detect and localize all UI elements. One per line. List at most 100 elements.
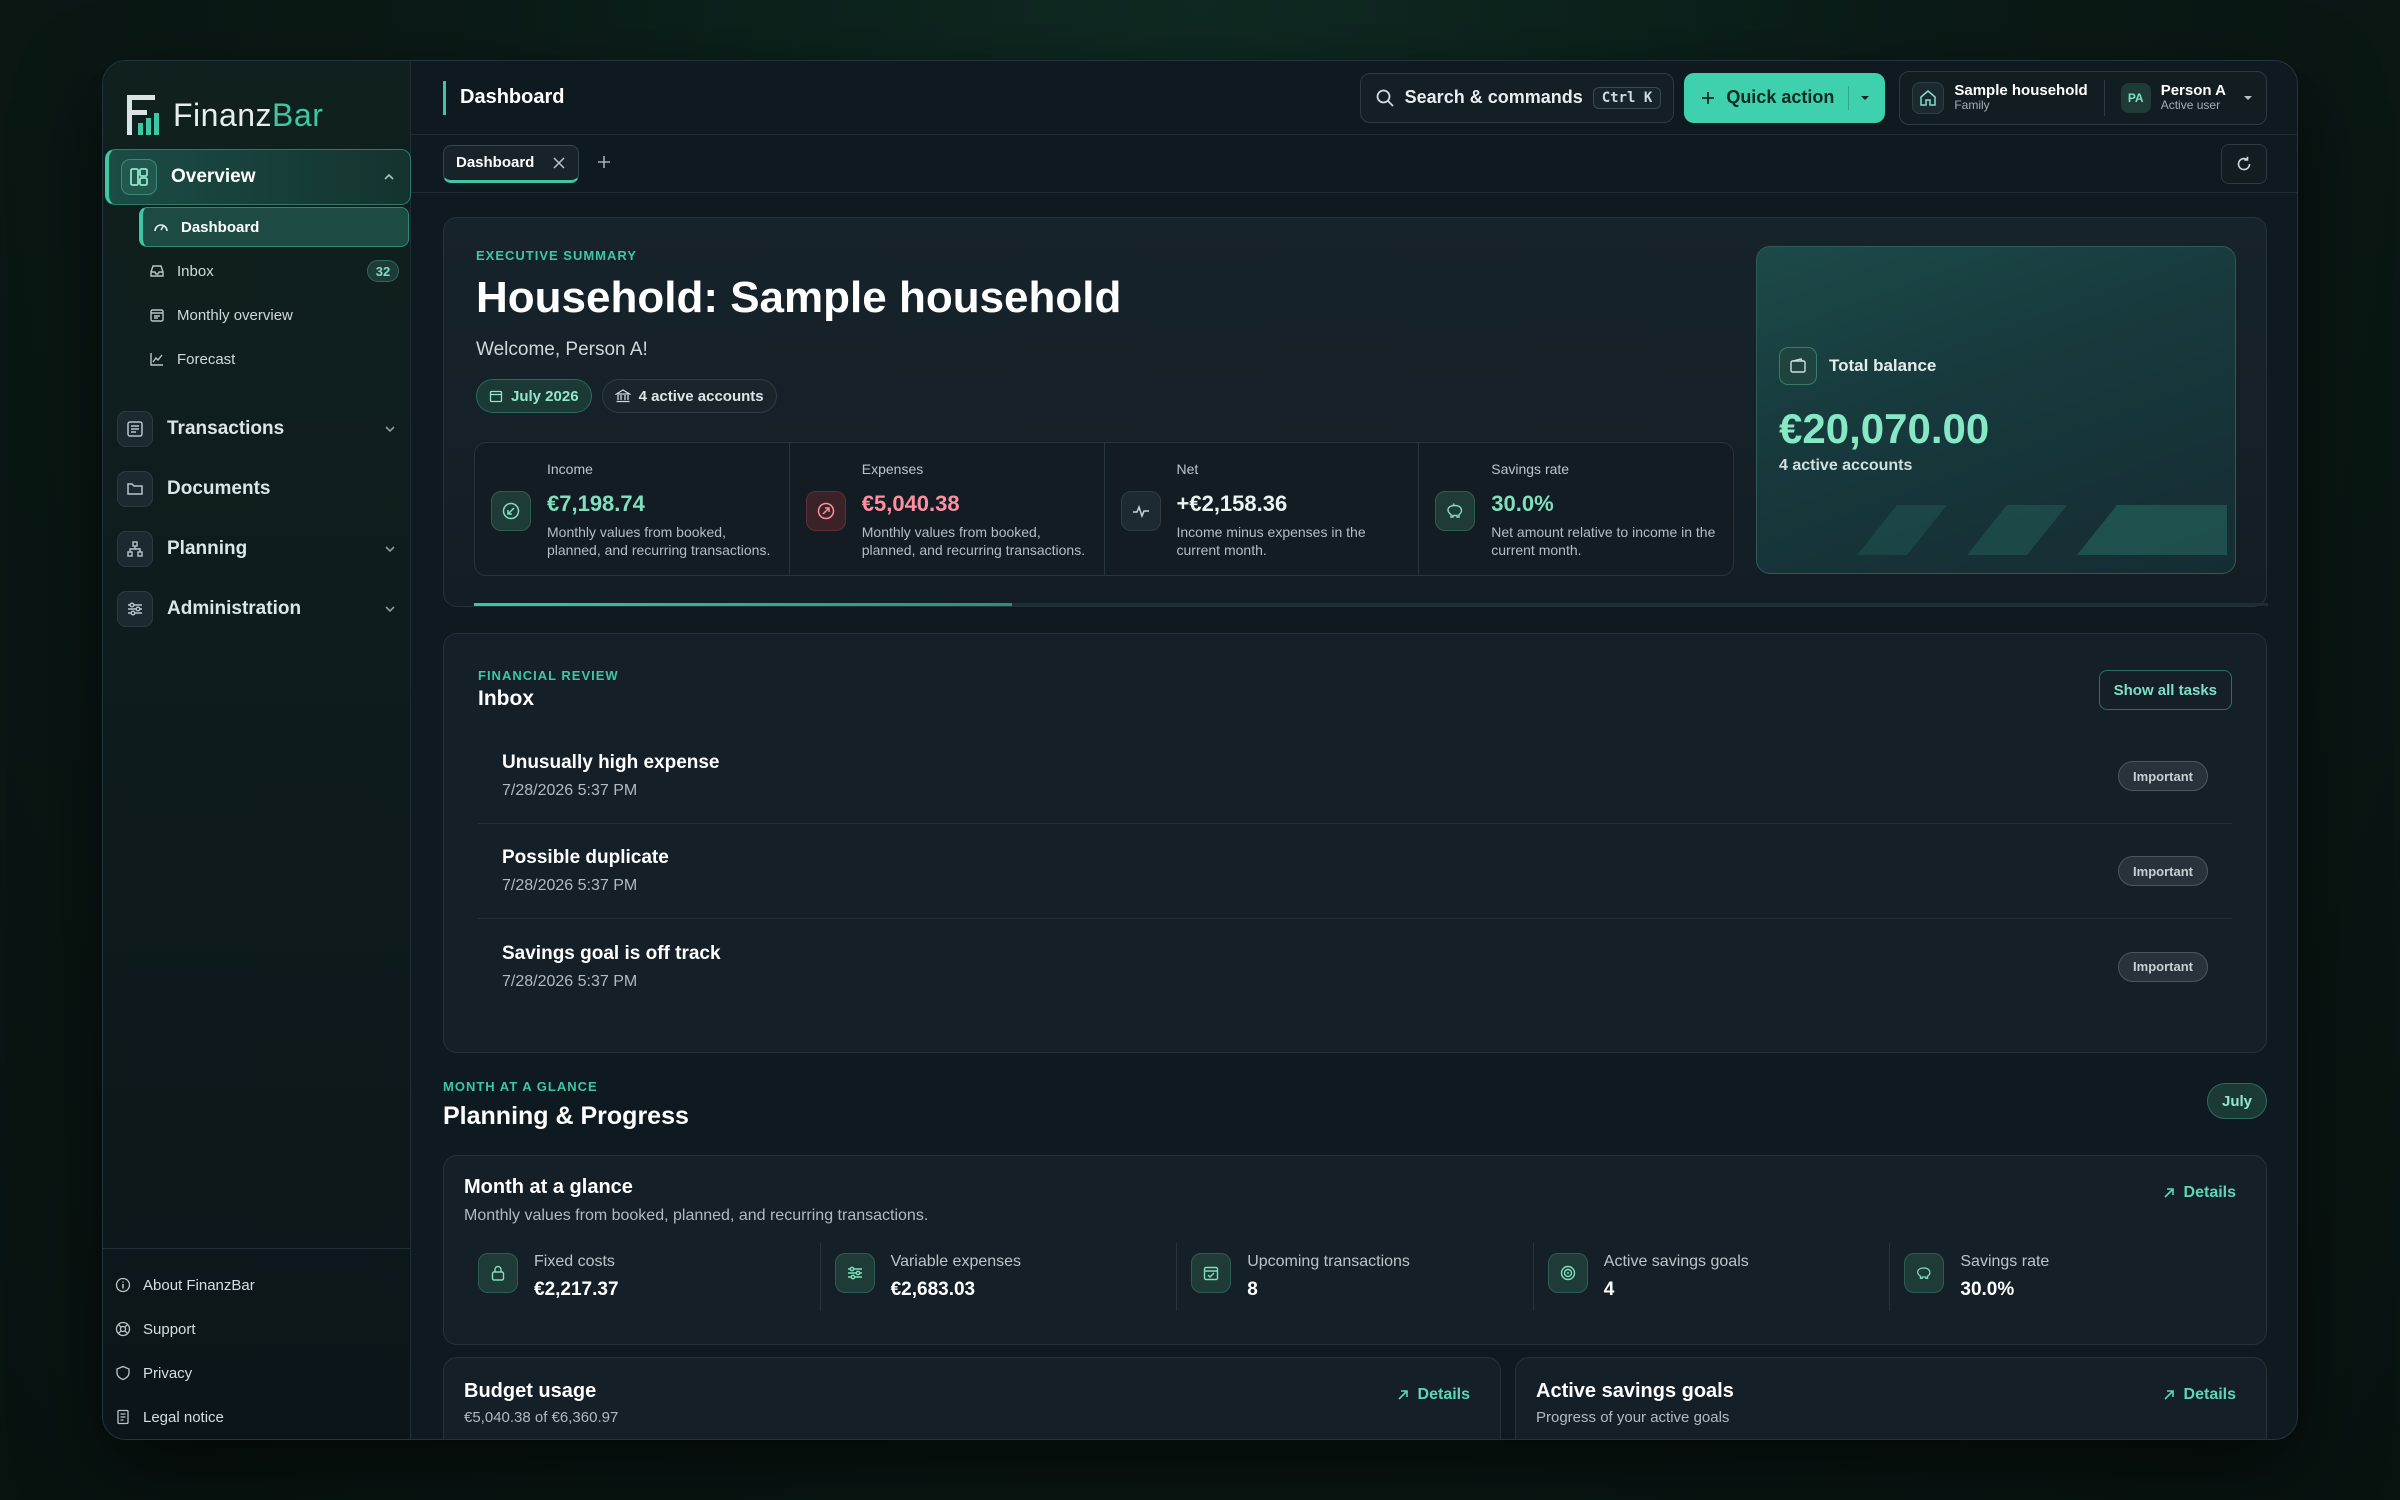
accounts-chip[interactable]: 4 active accounts <box>601 379 777 413</box>
month-progress-fill <box>474 603 1013 606</box>
pulse-icon <box>1120 491 1161 531</box>
document-icon <box>117 1409 129 1425</box>
details-link[interactable]: Details <box>1396 1386 1470 1404</box>
tab-label: Dashboard <box>456 154 535 171</box>
sidebar: FinanzBar Overview Dashboard Inbox 32 Mo… <box>103 61 411 1439</box>
show-all-tasks-button[interactable]: Show all tasks <box>2098 670 2232 710</box>
month-chip[interactable]: July <box>2206 1083 2267 1119</box>
task-title: Savings goal is off track <box>502 942 721 964</box>
nav-transactions[interactable]: Transactions <box>105 401 411 457</box>
kpi-description: Monthly values from booked, planned, and… <box>861 524 1086 559</box>
status-badge: Important <box>2118 951 2208 982</box>
details-label: Details <box>2183 1386 2236 1403</box>
section-eyebrow: FINANCIAL REVIEW <box>478 668 619 683</box>
sidebar-item-dashboard[interactable]: Dashboard <box>139 207 409 247</box>
user-menu[interactable]: Person A Active user <box>2161 83 2226 111</box>
home-icon <box>1912 81 1945 114</box>
month-chip-label: July 2026 <box>511 387 579 405</box>
task-item[interactable]: Unusually high expense 7/28/2026 5:37 PM… <box>478 729 2232 824</box>
card-subtitle: €5,040.38 of €6,360.97 <box>464 1409 619 1426</box>
nav-overview[interactable]: Overview <box>105 149 411 205</box>
add-tab-button[interactable] <box>595 150 613 178</box>
finanzbar-logo-icon <box>127 95 159 135</box>
nav-documents-label: Documents <box>167 478 271 499</box>
overview-subnav: Dashboard Inbox 32 Monthly overview Fore… <box>103 205 410 393</box>
planning-title: Planning & Progress <box>443 1102 689 1130</box>
executive-summary-card: EXECUTIVE SUMMARY Household: Sample hous… <box>443 217 2268 607</box>
caret-down-icon <box>2244 95 2252 100</box>
plus-icon <box>1702 91 1715 104</box>
footer-link-legal[interactable]: Legal notice <box>113 1395 410 1439</box>
arrow-up-right-icon <box>2163 1390 2174 1400</box>
footer-link-support[interactable]: Support <box>113 1307 410 1351</box>
quick-action-button[interactable]: Quick action <box>1684 72 1886 123</box>
details-label: Details <box>2183 1184 2236 1201</box>
kpi-description: Monthly values from booked, planned, and… <box>547 524 771 559</box>
total-balance-accounts: 4 active accounts <box>1779 457 1913 474</box>
kpi-description: Income minus expenses in the current mon… <box>1176 524 1366 559</box>
task-date: 7/28/2026 5:37 PM <box>502 782 638 799</box>
task-title: Unusually high expense <box>502 752 720 773</box>
list-icon <box>117 411 153 447</box>
hierarchy-icon <box>117 531 153 567</box>
card-title: Budget usage <box>464 1380 597 1402</box>
footer-link-privacy[interactable]: Privacy <box>113 1351 410 1395</box>
card-title: Active savings goals <box>1536 1380 1734 1402</box>
sidebar-item-monthly-overview[interactable]: Monthly overview <box>139 295 409 335</box>
search-commands-button[interactable]: Search & commands Ctrl K <box>1359 72 1675 123</box>
stat-label: Savings rate <box>1960 1253 2050 1270</box>
details-link[interactable]: Details <box>2162 1184 2236 1202</box>
page-title: Dashboard <box>443 80 564 115</box>
sidebar-item-inbox[interactable]: Inbox 32 <box>139 251 409 291</box>
sidebar-item-forecast[interactable]: Forecast <box>139 339 409 379</box>
month-chip[interactable]: July 2026 <box>476 379 592 413</box>
month-progress-bar <box>474 603 2268 606</box>
brand-logo[interactable]: FinanzBar <box>103 61 410 149</box>
arrow-up-circle-icon <box>805 491 846 531</box>
footer-link-label: Legal notice <box>143 1408 224 1426</box>
task-item[interactable]: Savings goal is off track 7/28/2026 5:37… <box>478 919 2232 1014</box>
task-item[interactable]: Possible duplicate 7/28/2026 5:37 PM Imp… <box>478 824 2232 919</box>
shield-icon <box>116 1365 130 1381</box>
footer-link-label: About FinanzBar <box>143 1276 255 1294</box>
wallet-icon <box>1779 347 1817 385</box>
details-link[interactable]: Details <box>2162 1386 2236 1404</box>
shortcut-hint: Ctrl K <box>1592 86 1662 109</box>
task-list: Unusually high expense 7/28/2026 5:37 PM… <box>478 729 2232 1014</box>
stat-upcoming-transactions: Upcoming transactions 8 <box>1177 1243 1534 1311</box>
stat-value: 30.0% <box>1960 1279 2015 1300</box>
layout-icon <box>121 159 157 195</box>
arrow-up-right-icon <box>2163 1188 2174 1198</box>
context-switcher[interactable]: Sample household Family PA Person A Acti… <box>1899 70 2267 125</box>
lifebuoy-icon <box>115 1321 131 1337</box>
search-icon <box>1376 89 1394 107</box>
chevron-down-icon <box>383 422 397 436</box>
nav-documents[interactable]: Documents <box>105 461 411 517</box>
kpi-description: Net amount relative to income in the cur… <box>1491 524 1716 559</box>
footer-link-about[interactable]: About FinanzBar <box>113 1263 410 1307</box>
arrow-up-right-icon <box>1397 1390 1408 1400</box>
section-eyebrow: MONTH AT A GLANCE <box>443 1079 598 1094</box>
nav-planning[interactable]: Planning <box>105 521 411 577</box>
sidebar-item-label: Forecast <box>177 350 236 368</box>
dashboard-content: EXECUTIVE SUMMARY Household: Sample hous… <box>411 193 2297 1439</box>
refresh-button[interactable] <box>2221 143 2267 184</box>
total-balance-value: €20,070.00 <box>1779 405 1990 452</box>
sidebar-item-label: Dashboard <box>181 218 260 236</box>
stat-variable-expenses: Variable expenses €2,683.03 <box>821 1243 1178 1311</box>
stat-label: Upcoming transactions <box>1247 1253 1410 1270</box>
stat-label: Fixed costs <box>534 1253 615 1270</box>
total-balance-card[interactable]: Total balance €20,070.00 4 active accoun… <box>1756 246 2236 574</box>
nav-administration[interactable]: Administration <box>105 581 411 637</box>
status-badge: Important <box>2118 856 2208 886</box>
tab-dashboard[interactable]: Dashboard <box>443 144 580 183</box>
sidebar-item-label: Monthly overview <box>177 306 293 324</box>
balance-decoration <box>1857 505 2227 555</box>
household-selector[interactable]: Sample household Family <box>1954 83 2087 111</box>
stat-label: Variable expenses <box>890 1253 1022 1270</box>
sidebar-item-label: Inbox <box>177 262 214 280</box>
tab-bar: Dashboard <box>411 135 2297 193</box>
close-icon[interactable] <box>552 156 566 170</box>
calendar-icon <box>489 390 503 403</box>
card-title: Month at a glance <box>464 1176 633 1198</box>
